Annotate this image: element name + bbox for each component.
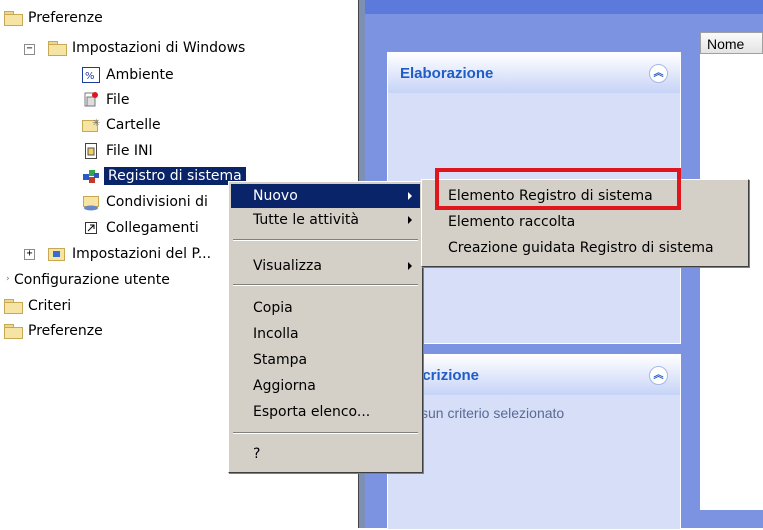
menu-separator xyxy=(233,284,418,286)
list-view[interactable] xyxy=(700,32,763,510)
menu-item-copia[interactable]: Copia xyxy=(231,296,420,320)
tree-item-preferenze[interactable]: Preferenze xyxy=(4,6,103,30)
shortcut-icon xyxy=(82,219,100,237)
submenu-arrow-icon xyxy=(408,192,412,200)
menu-item-aggiorna[interactable]: Aggiorna xyxy=(231,374,420,398)
menu-item-incolla[interactable]: Incolla xyxy=(231,322,420,346)
menu-separator xyxy=(233,432,418,434)
submenu-item-creazione-guidata[interactable]: Creazione guidata Registro di sistema xyxy=(424,236,746,260)
menu-item-nuovo[interactable]: Nuovo xyxy=(231,184,420,208)
registry-icon xyxy=(82,167,100,185)
menu-item-label: ? xyxy=(253,446,261,462)
tree-item-label: Ambiente xyxy=(106,67,174,83)
tree-item-label: Configurazione utente xyxy=(14,272,170,288)
tree-item-label: Criteri xyxy=(28,298,72,314)
menu-item-label: Nuovo xyxy=(253,188,298,204)
menu-separator xyxy=(233,239,418,241)
tree-item-impostazioni-pannello[interactable]: Impostazioni del P... xyxy=(48,242,211,266)
tree-item-label: Preferenze xyxy=(28,10,103,26)
folder-icon xyxy=(4,299,23,314)
menu-item-stampa[interactable]: Stampa xyxy=(231,348,420,372)
ini-file-icon xyxy=(82,142,100,160)
tree-item-preferenze-utente[interactable]: Preferenze xyxy=(4,319,103,343)
menu-item-label: Elemento raccolta xyxy=(448,214,576,230)
folder-icon xyxy=(4,324,23,339)
menu-item-label: Creazione guidata Registro di sistema xyxy=(448,240,714,256)
collapse-icon[interactable]: − xyxy=(24,44,35,55)
tree-item-impostazioni-windows[interactable]: Impostazioni di Windows xyxy=(48,36,245,60)
tree-item-condivisioni[interactable]: Condivisioni di xyxy=(82,190,208,214)
folder-icon xyxy=(4,11,23,26)
panel-description-text: ssun criterio selezionato xyxy=(414,405,565,421)
file-icon xyxy=(82,91,100,109)
tree-item-file-ini[interactable]: File INI xyxy=(82,139,153,163)
tree-item-criteri[interactable]: Criteri xyxy=(4,294,71,318)
control-panel-folder-icon xyxy=(48,245,66,263)
column-header-nome[interactable]: Nome xyxy=(700,32,763,54)
tree-item-ambiente[interactable]: % Ambiente xyxy=(82,63,174,87)
tree-item-collegamenti[interactable]: Collegamenti xyxy=(82,216,199,240)
menu-item-visualizza[interactable]: Visualizza xyxy=(231,254,420,278)
panel-descrizione: scrizione ︽ ssun criterio selezionato xyxy=(387,354,681,530)
panel-header: scrizione ︽ xyxy=(388,355,680,395)
submenu-arrow-icon xyxy=(408,216,412,224)
tree-item-cartelle[interactable]: ✳ Cartelle xyxy=(82,113,161,137)
tree-item-label: Condivisioni di xyxy=(106,194,208,210)
highlight-callout xyxy=(435,168,681,210)
menu-item-help[interactable]: ? xyxy=(231,442,420,466)
svg-text:%: % xyxy=(85,71,95,82)
menu-item-label: Copia xyxy=(253,300,293,316)
menu-item-tutte-attivita[interactable]: Tutte le attività xyxy=(231,208,420,232)
tree-item-label: Cartelle xyxy=(106,117,161,133)
context-menu: Nuovo Tutte le attività Visualizza Copia… xyxy=(228,181,423,473)
chevron-up-icon[interactable]: ︽ xyxy=(649,64,668,83)
tree-item-label: Registro di sistema xyxy=(104,167,246,185)
panel-header: Elaborazione ︽ xyxy=(388,53,680,93)
menu-item-label: Visualizza xyxy=(253,258,322,274)
folder-star-icon: ✳ xyxy=(82,116,100,134)
tree-item-label: Impostazioni di Windows xyxy=(72,40,246,56)
menu-item-label: Esporta elenco... xyxy=(253,404,371,420)
svg-text:✳: ✳ xyxy=(92,118,100,129)
tree-item-label: File xyxy=(106,92,130,108)
tree-item-file[interactable]: File xyxy=(82,88,129,112)
menu-item-label: Tutte le attività xyxy=(253,212,359,228)
chevron-up-icon[interactable]: ︽ xyxy=(649,366,668,385)
caret-icon: › xyxy=(6,274,10,284)
expand-icon[interactable]: + xyxy=(24,249,35,260)
tree-item-configurazione-utente[interactable]: Configurazione utente xyxy=(14,268,170,292)
folder-icon xyxy=(48,41,67,56)
share-folder-icon xyxy=(82,193,100,211)
menu-item-label: Incolla xyxy=(253,326,299,342)
menu-item-label: Aggiorna xyxy=(253,378,316,394)
menu-item-esporta-elenco[interactable]: Esporta elenco... xyxy=(231,400,420,424)
environment-icon: % xyxy=(82,66,100,84)
submenu-arrow-icon xyxy=(408,262,412,270)
panel-title: Elaborazione xyxy=(400,64,494,82)
tree-item-label: Collegamenti xyxy=(106,220,199,236)
submenu-item-elemento-raccolta[interactable]: Elemento raccolta xyxy=(424,210,746,234)
tree-item-label: Preferenze xyxy=(28,323,103,339)
tree-item-label: Impostazioni del P... xyxy=(72,246,212,262)
tree-item-registro[interactable]: Registro di sistema xyxy=(82,164,246,188)
toolbar-strip xyxy=(365,0,763,14)
tree-item-label: File INI xyxy=(106,143,153,159)
menu-item-label: Stampa xyxy=(253,352,308,368)
